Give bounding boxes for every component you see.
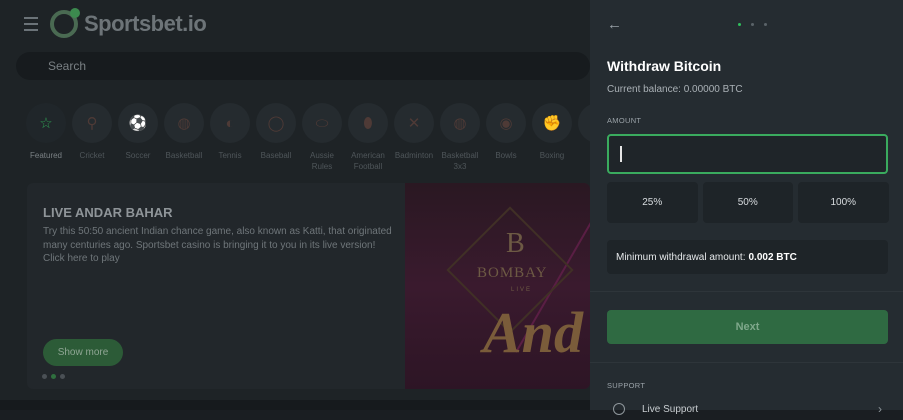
sport-label: Aussie Rules [309,151,334,171]
boxing-icon: ✊ [532,103,572,143]
sport-label: Baseball [260,151,292,160]
step-dot [764,23,767,26]
show-more-button[interactable]: Show more [43,339,123,366]
bombay-live-text: LIVE [511,287,533,293]
promo-banner[interactable]: LIVE ANDAR BAHAR Try this 50:50 ancient … [27,183,590,389]
percent-buttons: 25% 50% 100% [607,182,889,223]
badminton-icon: ✕ [394,103,434,143]
support-section-label: SUPPORT [607,381,646,390]
bombay-brand-text: BOMBAY [477,265,548,281]
sport-item[interactable]: ◉ Bowls [486,103,526,172]
percent-25-button[interactable]: 25% [607,182,698,223]
panel-title: Withdraw Bitcoin [607,58,722,74]
cricket-icon: ⚲ [72,103,112,143]
step-dot [751,23,754,26]
next-button[interactable]: Next [607,310,888,344]
logo-text: Sportsbet.io [84,11,207,36]
sport-icon: ◌ [578,103,590,143]
chevron-right-icon: › [878,402,882,416]
sport-label: Boxing [539,151,565,160]
sport-label: Badminton [394,151,434,160]
background-page: Sportsbet.io Search ☆ Featured ⚲ Cricket ⚽ So… [0,0,590,410]
carousel-dot[interactable] [42,374,47,379]
promo-content: LIVE ANDAR BAHAR Try this 50:50 ancient … [27,183,405,389]
sport-item[interactable]: ◌C [578,103,590,172]
sport-item[interactable]: ✕ Badminton [394,103,434,172]
step-indicator [738,23,767,26]
search-placeholder: Search [48,59,87,73]
bowls-icon: ◉ [486,103,526,143]
divider [590,362,903,363]
step-dot-active [738,23,741,26]
sport-label: Basketball 3x3 [441,151,479,171]
sport-label: Soccer [125,151,151,160]
bottom-strip [0,400,590,410]
amount-input[interactable] [607,134,888,174]
sport-item[interactable]: ✊ Boxing [532,103,572,172]
basketball-3x3-icon: ◍ [440,103,480,143]
american-football-icon: ⬮ [348,103,388,143]
amount-label: AMOUNT [607,116,642,125]
sport-item[interactable]: ◐ Tennis [210,103,250,172]
withdraw-panel: ← Withdraw Bitcoin Current balance: 0.00… [590,0,903,416]
sport-label: Cricket [79,151,105,160]
promo-description: Try this 50:50 ancient Indian chance gam… [43,226,392,264]
hamburger-menu-icon[interactable] [24,17,38,31]
top-bar: Sportsbet.io [0,0,590,50]
text-caret [620,146,622,162]
aussie-rules-icon: ⬭ [302,103,342,143]
sport-item[interactable]: ⬭ Aussie Rules [302,103,342,172]
logo-mark-icon [50,8,80,38]
sport-item[interactable]: ◍ Basketball 3x3 [440,103,480,172]
sports-carousel: ☆ Featured ⚲ Cricket ⚽ Soccer ◍ Basketball ◐ Tenn… [26,103,590,172]
sport-item[interactable]: ☆ Featured [26,103,66,172]
live-support-item[interactable]: Live Support › [607,400,888,420]
current-balance: Current balance: 0.00000 BTC [607,84,743,95]
sport-label: Bowls [495,151,517,160]
support-icon [613,403,625,415]
sport-label: Tennis [218,151,242,160]
carousel-dot-active[interactable] [51,374,56,379]
sport-item[interactable]: ◯ Baseball [256,103,296,172]
percent-100-button[interactable]: 100% [798,182,889,223]
promo-image: B BOMBAY LIVE And [405,183,590,389]
sport-label: American Football [351,151,385,171]
carousel-dot[interactable] [60,374,65,379]
sport-item[interactable]: ⚽ Soccer [118,103,158,172]
basketball-icon: ◍ [164,103,204,143]
back-arrow-icon[interactable]: ← [607,17,623,33]
sport-item[interactable]: ◍ Basketball [164,103,204,172]
site-logo[interactable]: Sportsbet.io [50,8,207,38]
promo-title: LIVE ANDAR BAHAR [43,205,173,220]
min-withdrawal-label: Minimum withdrawal amount: [616,251,746,263]
divider [590,291,903,292]
percent-50-button[interactable]: 50% [702,182,793,223]
sport-item[interactable]: ⚲ Cricket [72,103,112,172]
andar-image-text: And [483,300,583,365]
search-bar[interactable]: Search [16,52,590,80]
sport-label: Featured [29,151,63,160]
tennis-icon: ◐ [210,103,250,143]
star-icon: ☆ [26,103,66,143]
sport-item[interactable]: ⬮ American Football [348,103,388,172]
baseball-icon: ◯ [256,103,296,143]
carousel-dots [42,374,65,379]
min-withdrawal-value: 0.002 BTC [748,251,797,263]
minimum-withdrawal-info: Minimum withdrawal amount: 0.002 BTC [607,240,888,274]
sport-label: Basketball [165,151,203,160]
soccer-icon: ⚽ [118,103,158,143]
bombay-emblem: B [506,228,525,259]
